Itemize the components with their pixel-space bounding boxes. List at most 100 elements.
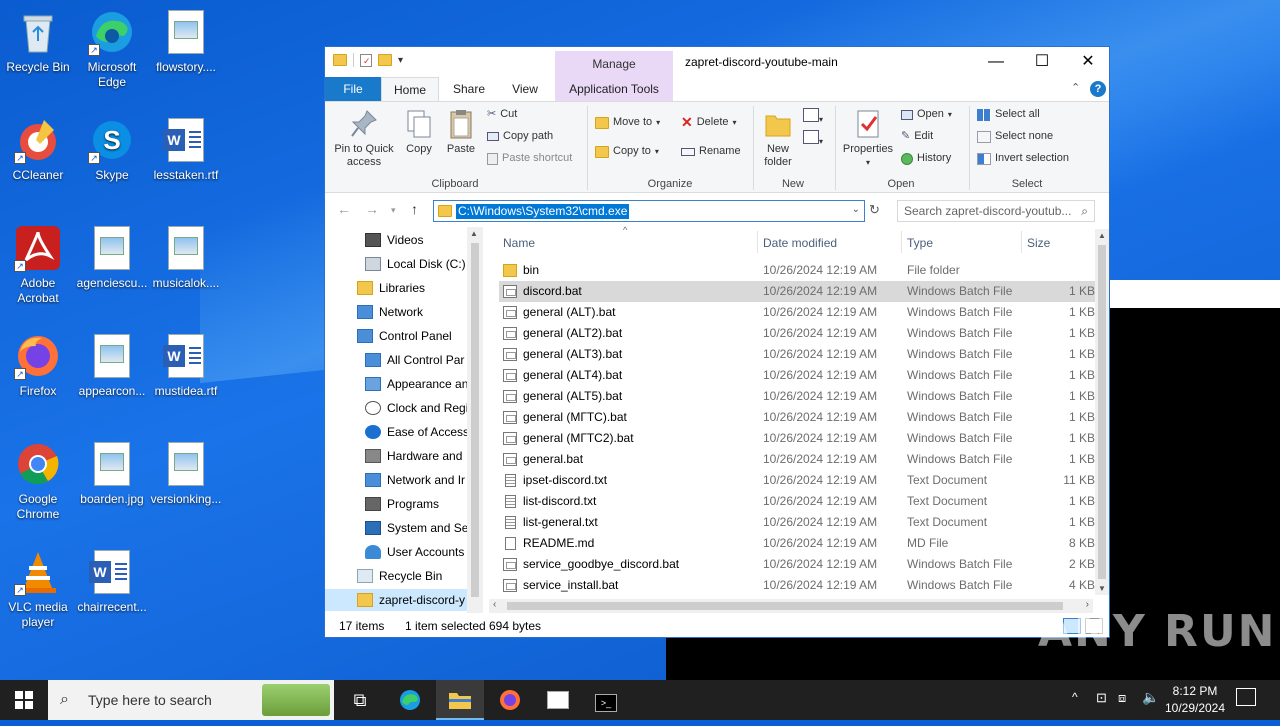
nav-item-videos[interactable]: Videos: [365, 229, 423, 251]
column-header-size[interactable]: Size: [1027, 231, 1050, 255]
taskbar-firefox[interactable]: [486, 680, 534, 720]
nav-item-hardware[interactable]: Hardware and: [365, 445, 462, 467]
nav-item-zapret-folder[interactable]: zapret-discord-y: [325, 589, 467, 611]
tab-file[interactable]: File: [325, 77, 381, 101]
copy-path-button[interactable]: Copy path: [487, 130, 553, 143]
horizontal-scroll-thumb[interactable]: [507, 602, 1063, 610]
desktop-icon-boarden[interactable]: boarden.jpg: [74, 440, 150, 507]
column-header-date[interactable]: Date modified: [763, 231, 837, 255]
navigation-pane-scrollbar[interactable]: ▲: [467, 227, 483, 613]
manage-context-tab[interactable]: Manage: [555, 51, 673, 77]
desktop-icon-recycle-bin[interactable]: Recycle Bin: [0, 8, 76, 75]
desktop-icon-ccleaner[interactable]: ↗ CCleaner: [0, 116, 76, 183]
desktop-icon-edge[interactable]: ↗ Microsoft Edge: [74, 8, 150, 90]
file-list-scrollbar[interactable]: ▲ ▼: [1095, 229, 1109, 595]
rename-button[interactable]: Rename: [681, 145, 741, 158]
file-row[interactable]: general (ALT5).bat 10/26/2024 12:19 AM Win…: [499, 386, 1095, 407]
refresh-icon[interactable]: ↻: [869, 202, 880, 218]
tab-application-tools[interactable]: Application Tools: [555, 77, 673, 101]
delete-button[interactable]: ✕ Delete ▾: [681, 115, 737, 129]
pin-quick-access-button[interactable]: Pin to Quick access: [331, 108, 397, 169]
copy-button[interactable]: Copy: [401, 108, 437, 156]
nav-item-programs[interactable]: Programs: [365, 493, 439, 515]
volume-icon[interactable]: 🔈: [1142, 689, 1159, 706]
collapse-ribbon-icon[interactable]: ⌃: [1071, 81, 1080, 94]
file-row[interactable]: service_install.bat 10/26/2024 12:19 AM Wi…: [499, 575, 1095, 596]
help-icon[interactable]: ?: [1090, 81, 1106, 97]
history-button[interactable]: History: [901, 152, 951, 165]
tab-home[interactable]: Home: [381, 77, 439, 101]
desktop-icon-chrome[interactable]: Google Chrome: [0, 440, 76, 522]
desktop-icon-firefox[interactable]: ↗ Firefox: [0, 332, 76, 399]
back-arrow-icon[interactable]: ←: [337, 201, 351, 217]
file-row[interactable]: list-general.txt 10/26/2024 12:19 AM Text …: [499, 512, 1095, 533]
cut-button[interactable]: ✂ Cut: [487, 108, 517, 121]
open-button[interactable]: Open ▾: [901, 108, 952, 121]
nav-item-libraries[interactable]: Libraries: [357, 277, 425, 299]
select-all-button[interactable]: Select all: [977, 108, 1040, 121]
properties-check-icon[interactable]: ✓: [360, 53, 372, 67]
nav-item-network[interactable]: Network: [357, 301, 423, 323]
tab-share[interactable]: Share: [441, 77, 497, 101]
tab-view[interactable]: View: [497, 77, 553, 101]
file-row[interactable]: general (ALT).bat 10/26/2024 12:19 AM Wind…: [499, 302, 1095, 323]
desktop-icon-appearcon[interactable]: appearcon...: [74, 332, 150, 399]
new-folder-button[interactable]: New folder: [757, 108, 799, 169]
notifications-icon[interactable]: [1236, 688, 1256, 706]
nav-item-local-disk[interactable]: Local Disk (C:): [365, 253, 466, 275]
file-list-horizontal-scrollbar[interactable]: ‹ ›: [489, 599, 1093, 613]
desktop-icon-skype[interactable]: S ↗ Skype: [74, 116, 150, 183]
up-arrow-icon[interactable]: ↑: [411, 201, 418, 217]
edit-button[interactable]: ✎ Edit: [901, 130, 933, 143]
taskbar-file-explorer[interactable]: [436, 680, 484, 720]
new-item-button[interactable]: ▾: [803, 108, 823, 126]
properties-button[interactable]: Properties ▾: [839, 108, 897, 169]
file-row[interactable]: service_goodbye_discord.bat 10/26/2024 12…: [499, 554, 1095, 575]
network-status-icon[interactable]: ⊡: [1096, 690, 1107, 706]
nav-item-network-internet[interactable]: Network and Ir: [365, 469, 465, 491]
desktop-icon-chairrecent[interactable]: W chairrecent...: [74, 548, 150, 615]
nav-item-ease-of-access[interactable]: Ease of Access: [365, 421, 469, 443]
navigation-pane-scroll-thumb[interactable]: [471, 243, 479, 597]
file-row[interactable]: bin 10/26/2024 12:19 AM File folder: [499, 260, 1095, 281]
select-none-button[interactable]: Select none: [977, 130, 1053, 143]
new-folder-qat-icon[interactable]: [378, 54, 392, 66]
file-row[interactable]: list-discord.txt 10/26/2024 12:19 AM Text …: [499, 491, 1095, 512]
task-view-button[interactable]: ⧉: [336, 680, 384, 720]
move-to-button[interactable]: Move to ▾: [595, 116, 660, 129]
taskbar-clock[interactable]: 8:12 PM 10/29/2024: [1160, 683, 1230, 717]
nav-item-all-control-panel[interactable]: All Control Par: [365, 349, 464, 371]
desktop-icon-agenciescu[interactable]: agenciescu...: [74, 224, 150, 291]
file-row[interactable]: general (ALT2).bat 10/26/2024 12:19 AM Win…: [499, 323, 1095, 344]
column-header-type[interactable]: Type: [907, 231, 933, 255]
desktop-icon-mustidea[interactable]: W mustidea.rtf: [148, 332, 224, 399]
maximize-button[interactable]: ☐: [1019, 47, 1065, 77]
file-row[interactable]: general (МГТС).bat 10/26/2024 12:19 AM Win…: [499, 407, 1095, 428]
taskbar-cmd[interactable]: >_: [582, 680, 630, 720]
file-row[interactable]: discord.bat 10/26/2024 12:19 AM Windows Ba…: [499, 281, 1095, 302]
column-header-name[interactable]: Name: [503, 231, 535, 255]
desktop-icon-vlc[interactable]: ↗ VLC media player: [0, 548, 76, 630]
desktop-icon-acrobat[interactable]: ↗ Adobe Acrobat: [0, 224, 76, 306]
file-row[interactable]: general (ALT4).bat 10/26/2024 12:19 AM Win…: [499, 365, 1095, 386]
nav-item-clock-region[interactable]: Clock and Regi: [365, 397, 468, 419]
scroll-up-icon[interactable]: ▲: [1098, 231, 1106, 240]
scroll-down-icon[interactable]: ▼: [1098, 584, 1106, 593]
address-bar[interactable]: C:\Windows\System32\cmd.exe ⌄: [433, 200, 865, 222]
nav-item-appearance[interactable]: Appearance an: [365, 373, 468, 395]
file-row[interactable]: README.md 10/26/2024 12:19 AM MD File 8 KB: [499, 533, 1095, 554]
file-row[interactable]: general.bat 10/26/2024 12:19 AM Windows Ba…: [499, 449, 1095, 470]
paste-button[interactable]: Paste: [441, 108, 481, 156]
address-text[interactable]: C:\Windows\System32\cmd.exe: [456, 204, 630, 219]
nav-item-system-security[interactable]: System and Sec: [365, 517, 474, 539]
close-button[interactable]: ✕: [1065, 47, 1111, 77]
taskbar-app-window[interactable]: [534, 680, 582, 720]
minimize-button[interactable]: —: [973, 47, 1019, 77]
start-button[interactable]: [0, 680, 48, 720]
nav-item-control-panel[interactable]: Control Panel: [357, 325, 452, 347]
nav-item-recycle-bin[interactable]: Recycle Bin: [357, 565, 442, 587]
file-row[interactable]: general (ALT3).bat 10/26/2024 12:19 AM Win…: [499, 344, 1095, 365]
search-input[interactable]: Search zapret-discord-youtub... ⌕: [897, 200, 1095, 222]
taskbar-edge[interactable]: [386, 680, 434, 720]
show-hidden-icons-chevron-icon[interactable]: ^: [1072, 690, 1078, 704]
